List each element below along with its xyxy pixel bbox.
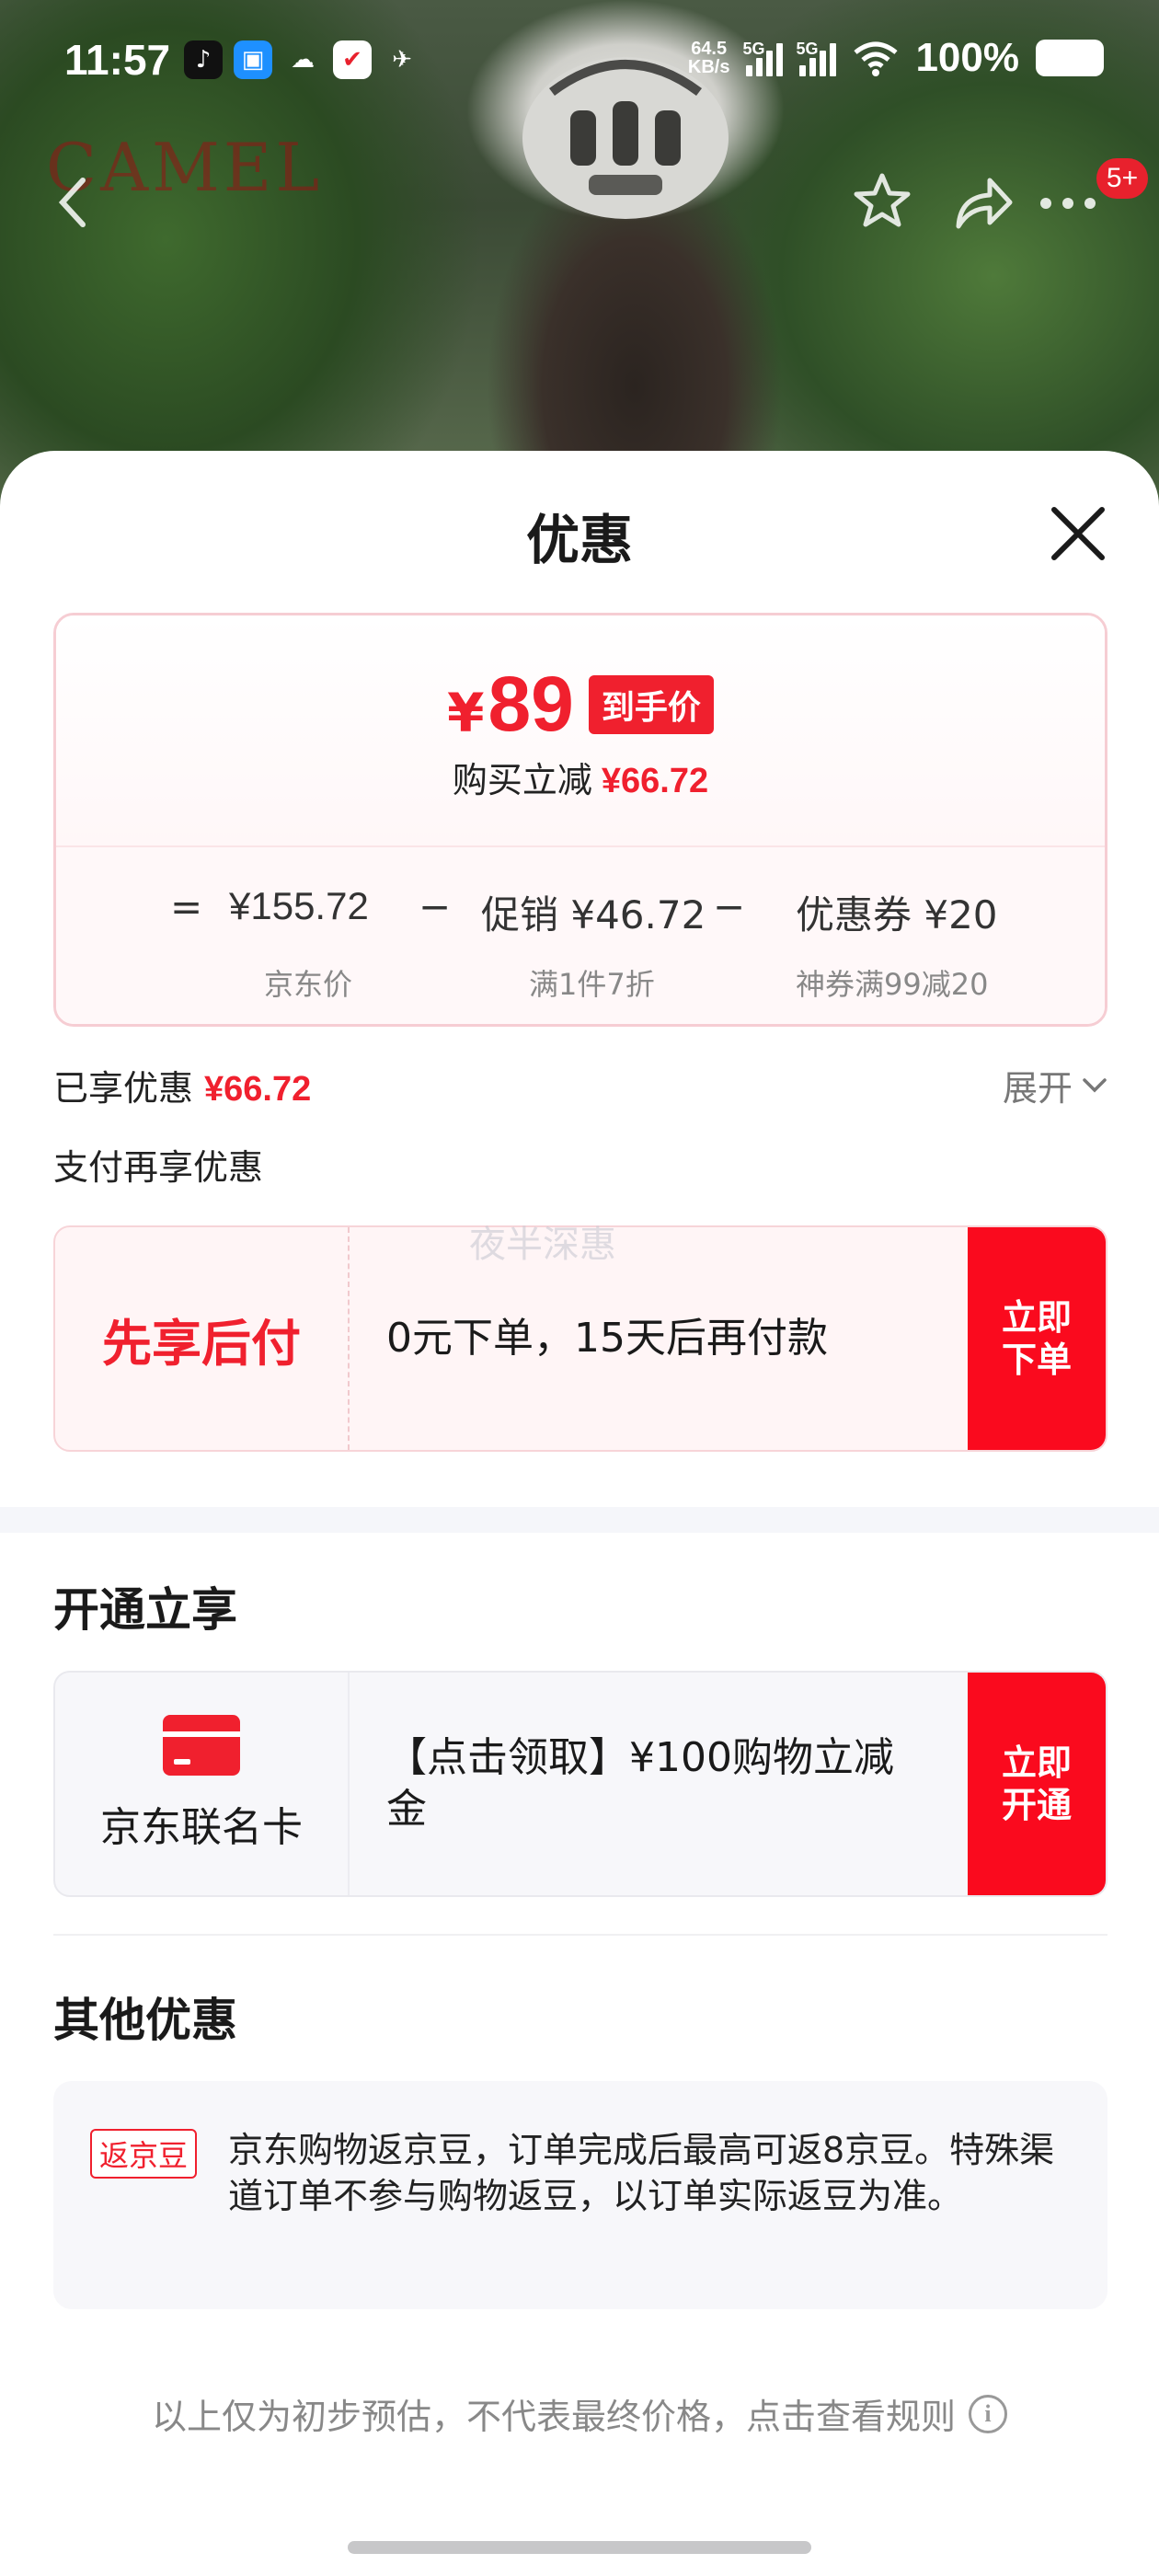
battery-icon — [1036, 40, 1104, 76]
sheet-title: 优惠 — [525, 509, 633, 571]
price-currency: ¥ — [447, 681, 485, 744]
net-speed: 64.5 KB/s — [688, 40, 730, 76]
divider — [53, 1934, 1107, 1936]
signal-tag: 5G — [742, 40, 765, 58]
price-card: ¥ 89 到手价 购买立减 ¥66.72 = ¥155.72 − 促销 ¥46.7… — [53, 613, 1107, 1027]
signal-icon: 5G — [742, 40, 784, 76]
page: CAMEL 11:57 ♪ ▣ ☁ ✔ ✈ 64.5 KB/s 5G 5G 10… — [0, 0, 1159, 2576]
reduction-label: 购买立减 — [452, 760, 592, 800]
enjoyed-value: ¥66.72 — [204, 1070, 312, 1109]
open-section-title: 开通立享 — [53, 1583, 237, 1637]
home-indicator[interactable] — [348, 2541, 811, 2554]
bnpl-title: 先享后付 — [102, 1314, 301, 1373]
favorite-star-icon[interactable] — [852, 171, 912, 232]
close-icon[interactable] — [1045, 500, 1111, 567]
price-value: 89 — [488, 661, 574, 747]
more-icon[interactable] — [1038, 193, 1098, 213]
enjoyed-discount: 已享优惠 ¥66.72 — [53, 1060, 311, 1110]
minus-sign: − — [419, 884, 452, 929]
credit-card-icon — [163, 1715, 240, 1776]
expand-label: 展开 — [1002, 1068, 1073, 1109]
promo-amount: 促销 ¥46.72 — [481, 892, 706, 937]
signal-tag: 5G — [796, 40, 819, 58]
card-offer-brand: 京东联名卡 — [55, 1673, 350, 1895]
bean-description: 京东购物返京豆，订单完成后最高可返8京豆。特殊渠道订单不参与购物返豆，以订单实际… — [228, 2130, 1055, 2216]
jd-price-label: 京东价 — [264, 967, 353, 1002]
enjoyed-label: 已享优惠 — [53, 1068, 194, 1109]
coupon-label: 神券满99减20 — [796, 967, 989, 1002]
battery-percent: 100% — [915, 35, 1019, 80]
status-bar: 11:57 ♪ ▣ ☁ ✔ ✈ 64.5 KB/s 5G 5G 100% — [0, 0, 1159, 120]
promo-label: 满1件7折 — [529, 967, 655, 1002]
app-red-icon: ✔ — [333, 40, 372, 79]
reduction-value: ¥66.72 — [601, 762, 709, 800]
status-right: 64.5 KB/s 5G 5G 100% — [688, 35, 1104, 81]
section-divider — [0, 1507, 1159, 1533]
bean-tag: 返京豆 — [90, 2129, 198, 2179]
notification-icons: ♪ ▣ ☁ ✔ ✈ — [184, 40, 421, 79]
equals-sign: = — [170, 884, 203, 929]
rules-link[interactable]: 以上仅为初步预估，不代表最终价格，点击查看规则 i — [0, 2388, 1159, 2439]
faint-watermark: 夜半深惠 — [469, 1224, 616, 1266]
signal-icon: 5G — [796, 40, 837, 76]
bnpl-description: 0元下单，15天后再付款 — [386, 1315, 828, 1362]
net-speed-value: 64.5 — [691, 39, 728, 59]
final-price: ¥ 89 到手价 — [56, 660, 1105, 749]
wifi-icon — [854, 41, 899, 76]
price-summary: ¥ 89 到手价 购买立减 ¥66.72 — [56, 615, 1105, 845]
chevron-down-icon — [1083, 1077, 1107, 1092]
card-offer[interactable]: 京东联名卡 【点击领取】¥100购物立减金 立即 开通 — [53, 1671, 1107, 1897]
disclaimer-text: 以上仅为初步预估，不代表最终价格，点击查看规则 — [151, 2397, 956, 2437]
app-icon: ▣ — [234, 40, 272, 79]
final-price-tag: 到手价 — [588, 674, 714, 734]
info-icon: i — [969, 2394, 1007, 2433]
share-icon[interactable] — [953, 175, 1014, 230]
card-name: 京东联名卡 — [100, 1804, 303, 1851]
coupon-amount: 优惠券 ¥20 — [796, 892, 998, 937]
other-section-title: 其他优惠 — [53, 1994, 237, 2047]
instant-reduction: 购买立减 ¥66.72 — [56, 752, 1105, 802]
status-time: 11:57 — [64, 36, 171, 84]
expand-button[interactable]: 展开 — [1003, 1060, 1107, 1110]
bnpl-title-area: 先享后付 — [55, 1227, 350, 1450]
minus-sign: − — [713, 884, 746, 929]
order-now-button[interactable]: 立即 下单 — [968, 1227, 1106, 1450]
card-offer-description: 【点击领取】¥100购物立减金 — [386, 1734, 894, 1833]
price-formula: = ¥155.72 − 促销 ¥46.72 − 优惠券 ¥20 京东价 满1件7… — [56, 845, 1105, 1024]
back-icon[interactable] — [55, 175, 92, 230]
wechat-icon: ☁ — [291, 46, 315, 74]
net-speed-unit: KB/s — [687, 57, 730, 77]
message-badge: 5+ — [1096, 158, 1148, 199]
discount-sheet: 优惠 ¥ 89 到手价 购买立减 ¥66.72 = ¥155.72 − 促销 ¥… — [0, 451, 1159, 2576]
douyin-icon: ♪ — [184, 40, 223, 79]
pay-more-title: 支付再享优惠 — [53, 1147, 264, 1188]
jd-bean-offer: 返京豆 京东购物返京豆，订单完成后最高可返8京豆。特殊渠道订单不参与购物返豆，以… — [53, 2081, 1107, 2309]
jd-price: ¥155.72 — [229, 884, 369, 927]
bird-icon: ✈ — [392, 46, 412, 74]
activate-now-button[interactable]: 立即 开通 — [968, 1673, 1106, 1895]
